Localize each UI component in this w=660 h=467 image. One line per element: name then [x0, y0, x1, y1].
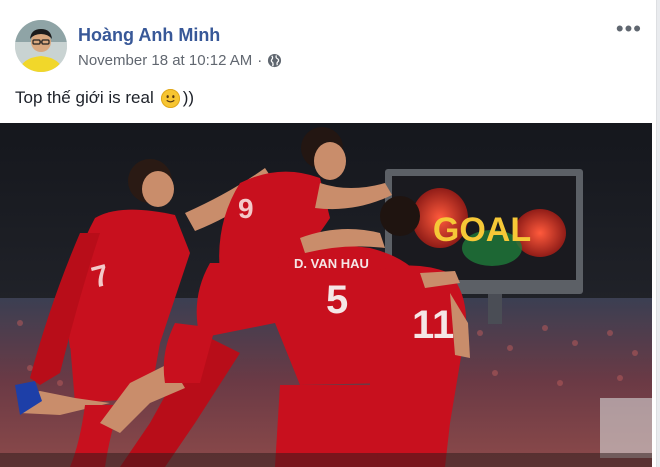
meta-separator: · — [257, 52, 263, 69]
football-celebration-photo: GOAL 7 9 D. VAN HAU 5 11 — [0, 123, 652, 467]
globe-icon[interactable] — [267, 53, 282, 68]
author-name[interactable]: Hoàng Anh Minh — [78, 25, 220, 46]
scoreboard-goal-text: GOAL — [433, 211, 531, 249]
jersey-number-9: 9 — [238, 193, 254, 224]
jersey-name: D. VAN HAU — [294, 256, 369, 271]
post-message-suffix: )) — [182, 88, 195, 107]
post-timestamp[interactable]: November 18 at 10:12 AM — [78, 52, 252, 69]
jersey-number-11: 11 — [412, 303, 454, 347]
post-meta: November 18 at 10:12 AM · — [78, 52, 282, 69]
post-photo[interactable]: GOAL 7 9 D. VAN HAU 5 11 — [0, 123, 652, 467]
post-message: Top thế giới is real — [15, 88, 154, 107]
avatar[interactable] — [15, 20, 67, 72]
more-options-icon[interactable]: ••• — [616, 18, 642, 40]
avatar-image — [15, 20, 67, 72]
post-text: Top thế giới is real )) — [15, 88, 194, 108]
slightly-smiling-face-icon — [160, 88, 180, 108]
post-card: Hoàng Anh Minh November 18 at 10:12 AM ·… — [0, 0, 657, 467]
jersey-number-5: 5 — [326, 278, 348, 322]
